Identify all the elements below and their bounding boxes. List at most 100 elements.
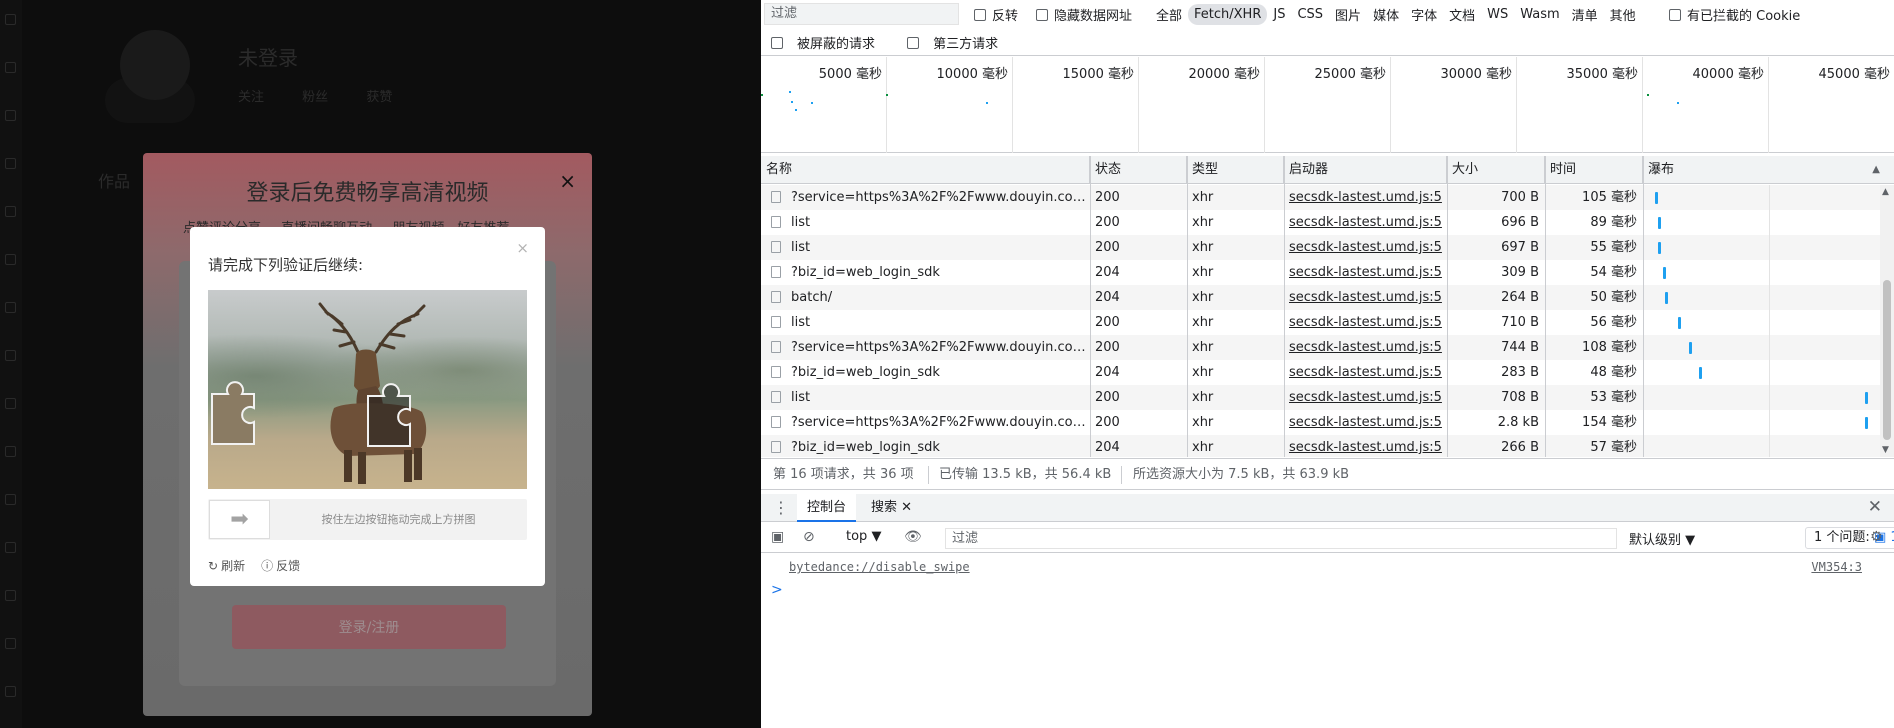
nav-icon[interactable] <box>5 254 16 265</box>
column-size[interactable]: 大小 <box>1447 156 1545 184</box>
clear-console-icon[interactable]: ⊘ <box>803 529 815 545</box>
scroll-down-icon[interactable]: ▼ <box>1882 445 1889 455</box>
request-type: xhr <box>1192 240 1214 255</box>
request-initiator[interactable]: secsdk-lastest.umd.js:5 <box>1284 260 1447 285</box>
request-initiator[interactable]: secsdk-lastest.umd.js:5 <box>1284 285 1447 310</box>
column-type[interactable]: 类型 <box>1187 156 1284 184</box>
context-selector[interactable]: top ▼ <box>846 529 881 544</box>
overview-tick: 35000 毫秒 <box>1517 57 1643 153</box>
console-message-source[interactable]: VM354:3 <box>1811 560 1862 574</box>
type-filter-manifest[interactable]: 清单 <box>1566 2 1604 27</box>
type-filter-css[interactable]: CSS <box>1291 4 1329 25</box>
blocked-requests-checkbox[interactable]: 被屏蔽的请求 <box>771 37 889 52</box>
request-time: 89 毫秒 <box>1590 215 1637 230</box>
type-filter-other[interactable]: 其他 <box>1604 2 1642 27</box>
type-filter-font[interactable]: 字体 <box>1405 2 1443 27</box>
hide-data-urls-checkbox[interactable]: 隐藏数据网址 <box>1036 5 1132 24</box>
table-scrollbar[interactable]: ▲ ▼ <box>1880 185 1894 457</box>
request-initiator[interactable]: secsdk-lastest.umd.js:5 <box>1284 310 1447 335</box>
type-filter-all[interactable]: 全部 <box>1150 2 1188 27</box>
nav-icon[interactable] <box>5 686 16 697</box>
close-drawer-icon[interactable]: ✕ <box>1868 497 1882 517</box>
tab-search[interactable]: 搜索 ✕ <box>861 494 922 522</box>
column-waterfall[interactable]: 瀑布 <box>1643 156 1894 184</box>
table-row[interactable]: list 200 xhr secsdk-lastest.umd.js:5 708 B 53… <box>761 385 1894 410</box>
refresh-button[interactable]: ↻ 刷新 <box>208 557 245 574</box>
network-filter-input[interactable]: 过滤 <box>764 3 959 25</box>
type-filter-doc[interactable]: 文档 <box>1443 2 1481 27</box>
console-message-text[interactable]: bytedance://disable_swipe <box>789 560 970 574</box>
column-status[interactable]: 状态 <box>1090 156 1187 184</box>
column-name[interactable]: 名称 <box>761 156 1090 184</box>
table-row[interactable]: ?biz_id=web_login_sdk 204 xhr secsdk-lastes… <box>761 260 1894 285</box>
request-initiator[interactable]: secsdk-lastest.umd.js:5 <box>1284 185 1447 210</box>
close-tab-icon[interactable]: ✕ <box>901 500 912 515</box>
nav-icon[interactable] <box>5 350 16 361</box>
sidebar-toggle-icon[interactable]: ▣ <box>771 529 784 545</box>
type-filter-js[interactable]: JS <box>1267 4 1291 25</box>
gear-icon[interactable]: ⚙ <box>1870 529 1883 545</box>
nav-icon[interactable] <box>5 542 16 553</box>
table-row[interactable]: ?biz_id=web_login_sdk 204 xhr secsdk-lastes… <box>761 360 1894 385</box>
feedback-button[interactable]: ⓘ 反馈 <box>261 557 300 574</box>
type-filter-wasm[interactable]: Wasm <box>1514 4 1565 25</box>
third-party-checkbox[interactable]: 第三方请求 <box>907 37 1012 52</box>
arrow-right-icon: ➡ <box>230 507 249 532</box>
table-row[interactable]: list 200 xhr secsdk-lastest.umd.js:5 696 B 89… <box>761 210 1894 235</box>
console-filter-input[interactable]: 过滤 <box>945 528 1617 549</box>
nav-icon[interactable] <box>5 494 16 505</box>
overview-mark <box>986 102 988 104</box>
request-initiator[interactable]: secsdk-lastest.umd.js:5 <box>1284 385 1447 410</box>
nav-icon[interactable] <box>5 590 16 601</box>
table-row[interactable]: list 200 xhr secsdk-lastest.umd.js:5 697 B 55… <box>761 235 1894 260</box>
tab-console[interactable]: 控制台 <box>797 494 857 522</box>
type-filter-fetch-xhr[interactable]: Fetch/XHR <box>1188 3 1268 25</box>
devtools-panel: 过滤 反转 隐藏数据网址 全部 Fetch/XHR JS CSS 图片 媒体 字… <box>761 0 1894 728</box>
eye-icon[interactable]: 👁 <box>904 529 922 545</box>
column-time[interactable]: 时间 <box>1545 156 1643 184</box>
type-filter-media[interactable]: 媒体 <box>1367 2 1405 27</box>
nav-icon[interactable] <box>5 110 16 121</box>
table-row[interactable]: list 200 xhr secsdk-lastest.umd.js:5 710 B 56… <box>761 310 1894 335</box>
request-initiator[interactable]: secsdk-lastest.umd.js:5 <box>1284 235 1447 260</box>
nav-icon[interactable] <box>5 158 16 169</box>
table-row[interactable]: ?service=https%3A%2F%2Fwww.douyin.com...… <box>761 335 1894 360</box>
table-row[interactable]: ?service=https%3A%2F%2Fwww.douyin.com...… <box>761 410 1894 435</box>
nav-icon[interactable] <box>5 398 16 409</box>
type-filter-ws[interactable]: WS <box>1481 4 1514 25</box>
request-name: ?service=https%3A%2F%2Fwww.douyin.com... <box>791 415 1090 430</box>
type-filter-img[interactable]: 图片 <box>1329 2 1367 27</box>
request-initiator[interactable]: secsdk-lastest.umd.js:5 <box>1284 210 1447 235</box>
console-prompt[interactable]: > <box>771 582 783 598</box>
table-row[interactable]: ?service=https%3A%2F%2Fwww.douyin.com...… <box>761 185 1894 210</box>
request-initiator[interactable]: secsdk-lastest.umd.js:5 <box>1284 435 1447 457</box>
request-time: 56 毫秒 <box>1590 315 1637 330</box>
request-status: 200 <box>1095 315 1120 330</box>
login-register-button[interactable]: 登录/注册 <box>232 605 506 649</box>
nav-icon[interactable] <box>5 62 16 73</box>
slider-handle[interactable]: ➡ <box>209 500 270 539</box>
captcha-close-icon[interactable]: × <box>516 239 529 257</box>
log-level-selector[interactable]: 默认级别 ▼ <box>1629 529 1695 548</box>
nav-icon[interactable] <box>5 14 16 25</box>
invert-checkbox[interactable]: 反转 <box>974 5 1018 24</box>
column-initiator[interactable]: 启动器 <box>1284 156 1447 184</box>
request-initiator[interactable]: secsdk-lastest.umd.js:5 <box>1284 410 1447 435</box>
nav-icon[interactable] <box>5 206 16 217</box>
nav-icon[interactable] <box>5 302 16 313</box>
scrollbar-thumb[interactable] <box>1883 280 1891 440</box>
request-time: 53 毫秒 <box>1590 390 1637 405</box>
network-overview-timeline[interactable]: 5000 毫秒 10000 毫秒 15000 毫秒 20000 毫秒 25000… <box>761 57 1894 153</box>
table-row[interactable]: ?biz_id=web_login_sdk 204 xhr secsdk-lastes… <box>761 435 1894 457</box>
nav-icon[interactable] <box>5 446 16 457</box>
nav-icon[interactable] <box>5 638 16 649</box>
request-initiator[interactable]: secsdk-lastest.umd.js:5 <box>1284 360 1447 385</box>
scroll-up-icon[interactable]: ▲ <box>1882 187 1889 197</box>
request-status: 200 <box>1095 215 1120 230</box>
sort-ascending-icon[interactable]: ▲ <box>1872 156 1880 184</box>
login-close-icon[interactable]: × <box>559 169 576 193</box>
table-row[interactable]: batch/204 xhr secsdk-lastest.umd.js:5 264 B… <box>761 285 1894 310</box>
blocked-cookies-checkbox[interactable]: 有已拦截的 Cookie <box>1669 5 1800 24</box>
more-tools-icon[interactable]: ⋮ <box>773 498 789 517</box>
request-initiator[interactable]: secsdk-lastest.umd.js:5 <box>1284 335 1447 360</box>
